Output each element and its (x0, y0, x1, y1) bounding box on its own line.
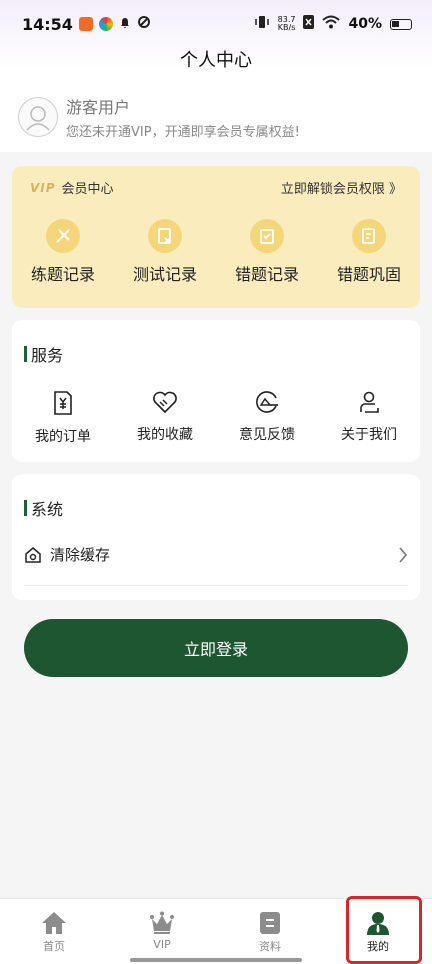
my-favorites-button[interactable]: 我的收藏 (115, 390, 215, 446)
clear-cache-row[interactable]: 清除缓存 (24, 544, 408, 586)
tab-label: 我的 (367, 940, 389, 953)
tab-home[interactable]: 首页 (0, 899, 108, 964)
vip-item-label: 错题记录 (234, 265, 299, 284)
home-cache-icon (25, 546, 41, 563)
consolidate-icon (352, 219, 386, 253)
system-card: 系统 清除缓存 (12, 474, 420, 600)
feedback-icon (256, 391, 278, 413)
tab-label: VIP (153, 938, 171, 951)
clear-cache-label: 清除缓存 (50, 546, 111, 564)
user-profile-row[interactable]: 游客用户 您还未开通VIP，开通即享会员专属权益! (18, 94, 300, 140)
bell-icon (119, 15, 131, 33)
tab-materials[interactable]: 资料 (216, 899, 324, 964)
login-button[interactable]: 立即登录 (24, 619, 408, 677)
app-notification-icon (78, 17, 93, 31)
vip-item-wrong-record[interactable]: 错题记录 (217, 219, 317, 285)
system-title: 系统 (12, 474, 420, 520)
my-orders-button[interactable]: 我的订单 (13, 390, 113, 446)
service-label: 关于我们 (341, 427, 397, 443)
services-title: 服务 (12, 320, 420, 366)
battery-icon (390, 18, 412, 30)
crown-icon (150, 911, 174, 934)
sync-icon (137, 15, 151, 33)
test-icon (148, 219, 182, 253)
network-speed-unit: KB/s (277, 23, 296, 32)
unlock-vip-link[interactable]: 立即解锁会员权限 》 (281, 178, 402, 197)
home-icon (42, 912, 66, 934)
vip-item-label: 错题巩固 (336, 265, 401, 284)
order-icon (54, 391, 72, 415)
network-speed: 83.7 KB/s (278, 16, 296, 32)
service-label: 意见反馈 (239, 427, 295, 443)
chevron-right-icon (399, 546, 408, 563)
vip-card: VIP 会员中心 立即解锁会员权限 》 练题记录 测试记录 错题记录 错题巩固 (12, 166, 420, 308)
vip-center-title: 会员中心 (61, 182, 114, 197)
status-time: 14:54 (22, 14, 73, 34)
document-icon (260, 912, 280, 934)
avatar-person-icon (26, 106, 50, 131)
bottom-tab-bar: 首页 VIP 资料 我的 (0, 898, 432, 964)
sim-off-icon (303, 15, 315, 33)
user-name: 游客用户 (66, 98, 131, 117)
favorite-icon (153, 391, 177, 414)
about-icon (360, 391, 379, 413)
battery-percent: 40% (348, 16, 382, 32)
feedback-button[interactable]: 意见反馈 (217, 390, 317, 446)
avatar[interactable] (18, 97, 58, 137)
service-label: 我的收藏 (137, 427, 193, 443)
home-indicator[interactable] (130, 958, 302, 962)
tab-vip[interactable]: VIP (108, 899, 216, 964)
vip-item-test-record[interactable]: 测试记录 (115, 219, 215, 285)
status-bar: 14:54 83.7 KB/s 40% (0, 0, 432, 48)
vip-item-label: 测试记录 (132, 265, 197, 284)
vip-item-consolidate[interactable]: 错题巩固 (319, 219, 419, 285)
practice-icon (46, 219, 80, 253)
vip-item-practice-record[interactable]: 练题记录 (13, 219, 113, 285)
tab-mine[interactable]: 我的 (324, 899, 432, 964)
vibrate-icon (254, 15, 270, 33)
wifi-icon (322, 15, 341, 33)
services-card: 服务 我的订单 我的收藏 意见反馈 关于我们 (12, 320, 420, 462)
about-us-button[interactable]: 关于我们 (319, 390, 419, 446)
user-subtitle: 您还未开通VIP，开通即享会员专属权益! (66, 125, 300, 140)
tab-label: 资料 (259, 940, 281, 953)
person-icon (367, 912, 389, 935)
service-label: 我的订单 (35, 429, 91, 445)
page-title: 个人中心 (180, 50, 252, 71)
vip-badge: VIP (30, 180, 56, 195)
wrong-record-icon (250, 219, 284, 253)
app-notification-icon-2 (98, 17, 113, 31)
tab-label: 首页 (43, 940, 65, 953)
vip-item-label: 练题记录 (30, 265, 95, 284)
